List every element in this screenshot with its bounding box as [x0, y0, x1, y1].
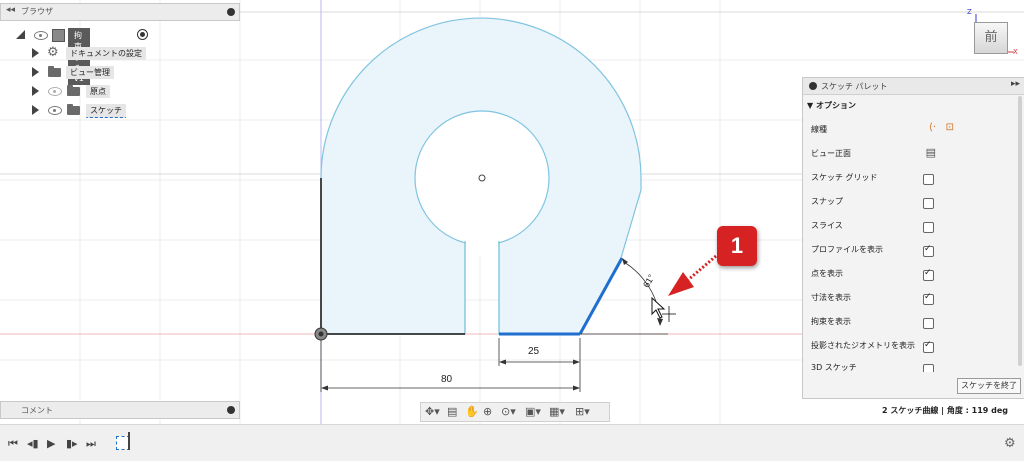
section-collapse-icon[interactable]: ▼ [807, 101, 813, 110]
finish-sketch-button[interactable]: スケッチを終了 [957, 378, 1021, 394]
palette-row-look-at: ビュー正面 ▤ [811, 146, 1016, 164]
centerline-icon[interactable]: ⊡ [946, 122, 954, 133]
palette-header[interactable]: スケッチ パレット ▸▸ [803, 78, 1024, 95]
show-points-checkbox[interactable] [923, 268, 934, 281]
palette-row-show-dimensions: 寸法を表示 [811, 292, 1016, 308]
palette-row-show-profile: プロファイルを表示 [811, 244, 1016, 260]
cursor-icon [651, 296, 676, 322]
row-label: 拘束を表示 [811, 317, 851, 326]
palette-pin-icon[interactable] [809, 82, 817, 90]
fit-icon[interactable]: ⊙▾ [501, 405, 516, 418]
row-label: 寸法を表示 [811, 293, 851, 302]
folder-icon [67, 85, 80, 96]
row-label: 点を表示 [811, 269, 843, 278]
triangle-expanded-icon[interactable] [16, 30, 25, 39]
row-label: プロファイルを表示 [811, 245, 883, 254]
orbit-icon[interactable]: ✥▾ [425, 405, 440, 418]
expand-triangle-icon[interactable] [32, 105, 39, 115]
3d-sketch-checkbox[interactable] [923, 364, 934, 372]
tree-item-label: 原点 [86, 85, 110, 98]
row-label: 投影されたジオメトリを表示 [811, 341, 915, 350]
sketch-palette: スケッチ パレット ▸▸ ▼ オプション 線種 ⟨· ⊡ ビュー正面 ▤ スケッ… [802, 77, 1024, 399]
browser-title: ブラウザ [21, 7, 53, 16]
look-at-icon[interactable]: ▤ [447, 405, 457, 418]
dimension-80[interactable]: 80 [441, 374, 452, 385]
palette-row-projected-geometry: 投影されたジオメトリを表示 [811, 340, 1016, 356]
pan-icon[interactable]: ✋ [465, 405, 479, 418]
eye-hidden-icon[interactable] [48, 87, 62, 96]
activate-radio-icon[interactable] [137, 29, 148, 40]
slice-checkbox[interactable] [923, 222, 934, 233]
gear-icon: ⚙ [47, 45, 59, 60]
zoom-icon[interactable]: ⊕ [483, 405, 492, 418]
expand-triangle-icon[interactable] [32, 48, 39, 58]
callout-arrow-icon [668, 272, 694, 296]
comment-add-icon[interactable] [227, 406, 235, 414]
timeline-marker[interactable] [128, 432, 130, 450]
grid-settings-icon[interactable]: ▦▾ [549, 405, 565, 418]
status-text: 2 スケッチ曲線 | 角度 : 119 deg [882, 406, 1008, 415]
browser-header[interactable]: ◂◂ ブラウザ [0, 3, 240, 21]
options-section[interactable]: ▼ オプション [807, 100, 856, 111]
folder-icon [48, 66, 61, 77]
row-label: スナップ [811, 197, 843, 206]
expand-triangle-icon[interactable] [32, 67, 39, 77]
palette-row-snap: スナップ [811, 196, 1016, 212]
palette-row-show-points: 点を表示 [811, 268, 1016, 284]
folder-icon [67, 104, 80, 115]
show-profile-checkbox[interactable] [923, 244, 934, 257]
navigation-toolbar: ✥▾ ▤ ✋ ⊕ ⊙▾ ▣▾ ▦▾ ⊞▾ [420, 402, 610, 422]
palette-row-linetype: 線種 ⟨· ⊡ [811, 122, 1016, 140]
show-constraints-checkbox[interactable] [923, 318, 934, 329]
tree-item-label: スケッチ [86, 104, 126, 118]
expand-arrows-icon[interactable]: ▸▸ [1011, 79, 1020, 89]
construction-line-icon[interactable]: ⟨· [929, 122, 936, 133]
axis-z-label: Z [967, 8, 972, 16]
projected-geometry-checkbox[interactable] [923, 340, 934, 353]
palette-row-slice: スライス [811, 220, 1016, 236]
timeline-bar [0, 424, 1024, 461]
tree-item-label: ビュー管理 [66, 66, 114, 79]
row-label: スケッチ グリッド [811, 173, 878, 182]
palette-row-grid: スケッチ グリッド [811, 172, 1016, 188]
expand-triangle-icon[interactable] [32, 86, 39, 96]
look-at-icon[interactable]: ▤ [926, 146, 936, 159]
viewports-icon[interactable]: ⊞▾ [575, 405, 590, 418]
axis-x-label: X [1013, 48, 1018, 56]
row-label: スライス [811, 221, 843, 230]
grid-checkbox[interactable] [923, 174, 934, 185]
palette-title: スケッチ パレット [821, 82, 888, 91]
browser-pin-icon[interactable] [227, 8, 235, 16]
play-icon[interactable]: ▶ [47, 437, 55, 450]
callout-badge: 1 [717, 226, 757, 266]
go-to-start-icon[interactable]: ⏮ [8, 437, 18, 451]
component-icon [52, 29, 65, 42]
comment-label: コメント [21, 406, 53, 415]
eye-icon[interactable] [48, 106, 62, 115]
row-label: 3D スケッチ [811, 363, 857, 372]
viewcube[interactable]: 前 [974, 22, 1008, 54]
dimension-25[interactable]: 25 [528, 346, 539, 357]
comment-bar[interactable]: コメント [0, 401, 240, 419]
collapse-arrows-icon[interactable]: ◂◂ [6, 5, 15, 15]
palette-scrollbar[interactable] [1018, 96, 1022, 366]
palette-row-3d-sketch: 3D スケッチ [811, 362, 1016, 372]
settings-gear-icon[interactable]: ⚙ [1004, 436, 1016, 451]
palette-row-show-constraints: 拘束を表示 [811, 316, 1016, 332]
show-dimensions-checkbox[interactable] [923, 292, 934, 305]
step-back-icon[interactable]: ◂▮ [27, 437, 39, 450]
section-title: オプション [815, 101, 856, 110]
step-forward-icon[interactable]: ▮▸ [66, 437, 78, 450]
snap-checkbox[interactable] [923, 198, 934, 209]
tree-item-label: ドキュメントの設定 [66, 47, 146, 60]
eye-icon[interactable] [34, 31, 48, 40]
row-label: ビュー正面 [811, 149, 851, 158]
go-to-end-icon[interactable]: ⏭ [86, 437, 96, 451]
row-label: 線種 [811, 125, 827, 134]
display-settings-icon[interactable]: ▣▾ [525, 405, 541, 418]
